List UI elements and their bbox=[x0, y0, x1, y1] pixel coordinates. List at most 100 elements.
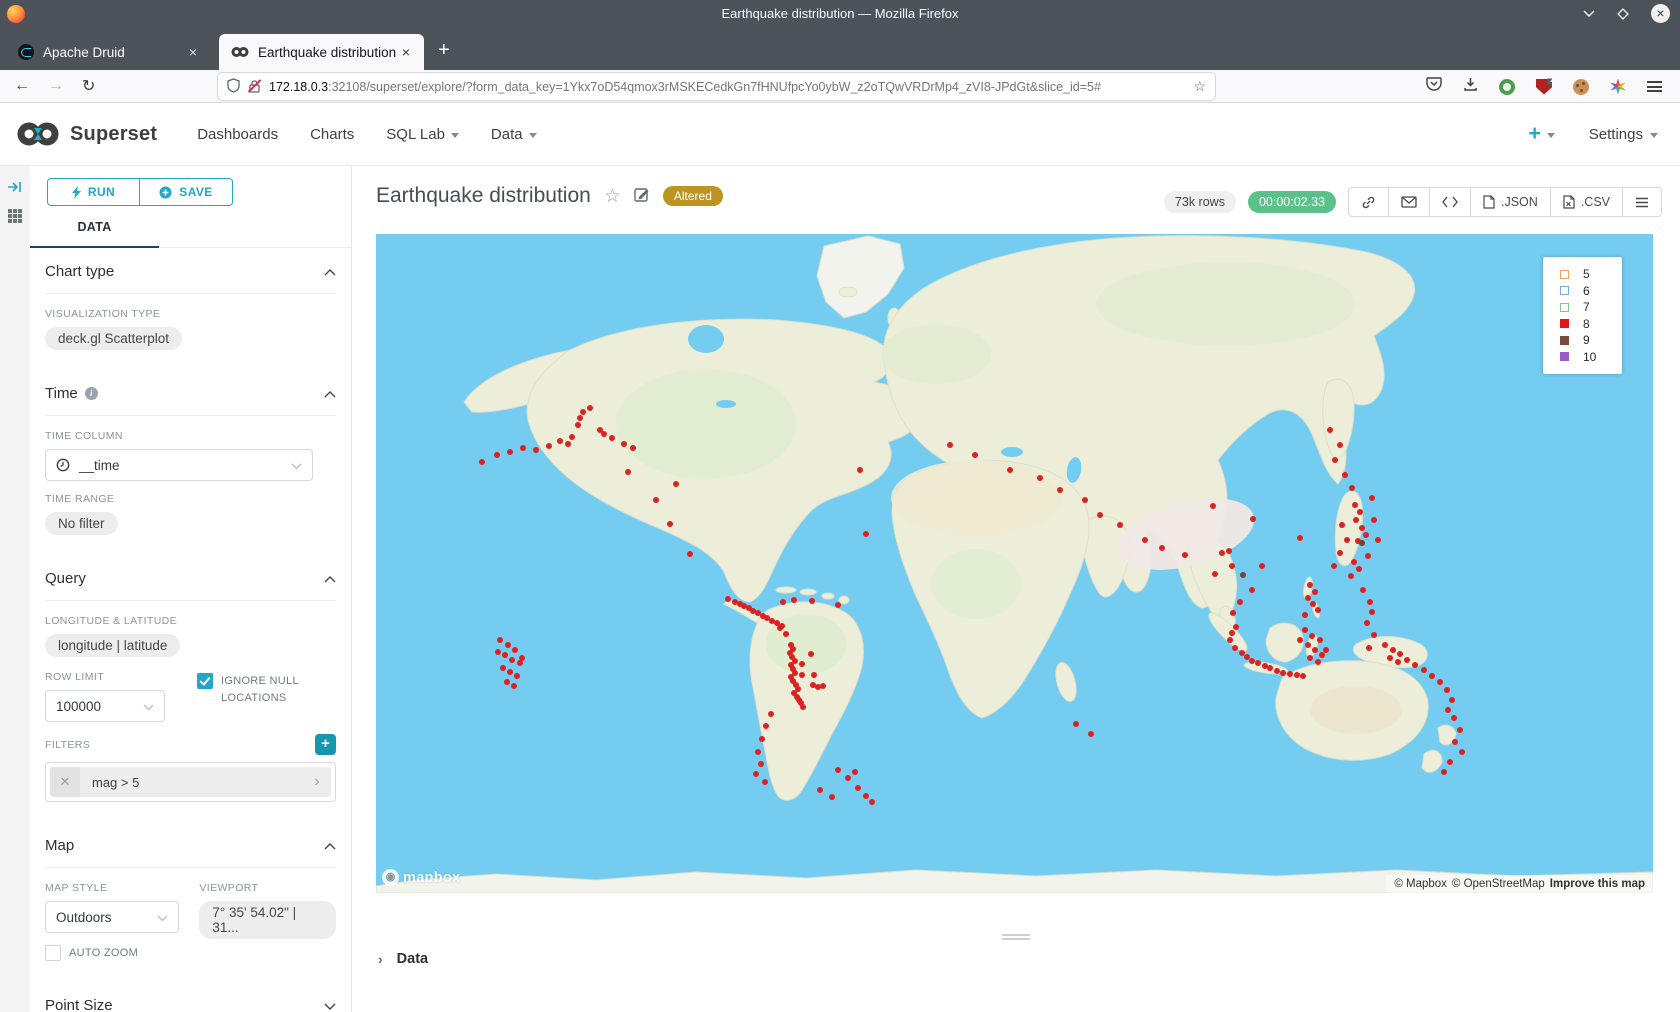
section-map[interactable]: Map bbox=[45, 822, 336, 868]
reload-button[interactable]: ↻ bbox=[82, 76, 95, 96]
time-column-select[interactable]: __time bbox=[45, 449, 313, 481]
map-style-label: MAP STYLE bbox=[45, 882, 199, 894]
downloads-icon[interactable] bbox=[1463, 77, 1478, 97]
time-range-label: TIME RANGE bbox=[45, 493, 336, 505]
chevron-down-icon bbox=[324, 997, 336, 1012]
superset-logo[interactable]: Superset bbox=[16, 120, 157, 148]
chevron-right-icon: › bbox=[378, 951, 383, 967]
email-button[interactable] bbox=[1388, 188, 1429, 216]
legend-item[interactable]: 6 bbox=[1560, 283, 1622, 300]
superset-infinity-icon bbox=[16, 120, 62, 148]
url-path: :32108/superset/explore/?form_data_key=1… bbox=[328, 80, 1101, 94]
section-time[interactable]: Time i bbox=[45, 370, 336, 416]
chevron-up-icon bbox=[324, 263, 336, 280]
add-filter-button[interactable]: + bbox=[315, 734, 336, 755]
legend-label: 5 bbox=[1583, 267, 1590, 281]
insecure-lock-icon[interactable] bbox=[248, 79, 261, 94]
section-chart-type[interactable]: Chart type bbox=[45, 248, 336, 294]
browser-tab-earthquake-distribution[interactable]: Earthquake distribution × bbox=[219, 34, 424, 70]
nav-item-dashboards[interactable]: Dashboards bbox=[181, 126, 294, 143]
tab-close-icon[interactable]: × bbox=[185, 44, 201, 60]
pocket-icon[interactable] bbox=[1426, 77, 1442, 97]
tracking-shield-icon[interactable] bbox=[227, 78, 240, 96]
viewport-label: VIEWPORT bbox=[199, 882, 336, 894]
pinwheel-extension-icon[interactable] bbox=[1610, 79, 1626, 95]
mapbox-logo[interactable]: ◉ mapbox bbox=[382, 869, 460, 886]
map-legend: 5 678 9 10 bbox=[1543, 257, 1622, 374]
chevron-down-icon bbox=[143, 699, 154, 714]
time-range-value[interactable]: No filter bbox=[45, 512, 118, 535]
ignore-null-checkbox[interactable] bbox=[197, 673, 213, 689]
deckgl-scatterplot-map[interactable]: 5 678 9 10 ◉ mapbox © Mapbox © OpenStreetMa… bbox=[376, 234, 1653, 893]
mapbox-icon: ◉ bbox=[382, 869, 399, 886]
visualization-type-value[interactable]: deck.gl Scatterplot bbox=[45, 327, 182, 350]
url-host: 172.18.0.3 bbox=[269, 80, 328, 94]
legend-swatch bbox=[1560, 270, 1569, 279]
world-map-svg bbox=[376, 234, 1653, 893]
auto-zoom-checkbox[interactable] bbox=[45, 945, 61, 961]
browser-tab-apache-druid[interactable]: Apache Druid × bbox=[6, 34, 211, 70]
browser-urlbar: ← → ↻ 172.18.0.3:32108/superset/explore/… bbox=[0, 70, 1680, 103]
new-tab-button[interactable]: + bbox=[438, 39, 450, 62]
map-style-select[interactable]: Outdoors bbox=[45, 901, 179, 933]
run-button[interactable]: RUN bbox=[47, 178, 140, 206]
nav-items: DashboardsChartsSQL LabData bbox=[181, 126, 552, 143]
filter-box: ✕ mag > 5 › bbox=[45, 762, 336, 802]
viewport-value[interactable]: 7° 35' 54.02" | 31... bbox=[199, 901, 336, 939]
legend-item[interactable]: 5 bbox=[1560, 266, 1622, 283]
legend-item[interactable]: 8 bbox=[1560, 316, 1622, 333]
legend-label: 8 bbox=[1583, 317, 1590, 331]
collapse-panel-icon[interactable] bbox=[7, 180, 23, 199]
legend-label: 9 bbox=[1583, 333, 1590, 347]
lonlat-value[interactable]: longitude | latitude bbox=[45, 634, 180, 657]
window-close-button[interactable]: × bbox=[1651, 4, 1670, 23]
tab-close-icon[interactable]: × bbox=[398, 44, 414, 60]
nav-item-data[interactable]: Data bbox=[475, 126, 553, 143]
visualization-type-label: VISUALIZATION TYPE bbox=[45, 308, 336, 320]
forward-button[interactable]: → bbox=[48, 77, 64, 95]
legend-swatch bbox=[1560, 336, 1569, 345]
bookmark-star-icon[interactable]: ☆ bbox=[1193, 78, 1206, 95]
data-panel-toggle[interactable]: › Data bbox=[378, 951, 428, 967]
chevron-right-icon[interactable]: › bbox=[303, 767, 331, 797]
edit-properties-icon[interactable] bbox=[634, 186, 650, 207]
attribution-mapbox[interactable]: © Mapbox bbox=[1394, 878, 1447, 890]
copy-link-button[interactable] bbox=[1349, 188, 1388, 216]
nav-item-charts[interactable]: Charts bbox=[294, 126, 370, 143]
tab-data[interactable]: DATA bbox=[30, 206, 159, 248]
row-limit-select[interactable]: 100000 bbox=[45, 690, 165, 722]
export-json-button[interactable]: .JSON bbox=[1470, 188, 1550, 216]
url-input[interactable]: 172.18.0.3:32108/superset/explore/?form_… bbox=[218, 73, 1215, 100]
new-item-dropdown[interactable]: + bbox=[1529, 124, 1555, 144]
chevron-up-icon bbox=[324, 837, 336, 854]
export-csv-button[interactable]: .CSV bbox=[1550, 188, 1622, 216]
chevron-up-icon bbox=[324, 385, 336, 402]
section-query[interactable]: Query bbox=[45, 555, 336, 601]
back-button[interactable]: ← bbox=[14, 77, 30, 95]
window-maximize-button[interactable] bbox=[1617, 8, 1629, 20]
favorite-star-icon[interactable]: ☆ bbox=[604, 185, 621, 208]
nav-item-sql-lab[interactable]: SQL Lab bbox=[370, 126, 475, 143]
panel-resize-handle[interactable] bbox=[1002, 934, 1030, 940]
legend-item[interactable]: 10 bbox=[1560, 349, 1622, 366]
filter-value[interactable]: mag > 5 bbox=[80, 767, 303, 797]
altered-badge[interactable]: Altered bbox=[663, 186, 723, 206]
save-button[interactable]: SAVE bbox=[140, 178, 233, 206]
attribution-osm[interactable]: © OpenStreetMap bbox=[1452, 878, 1545, 890]
dataset-grid-icon[interactable] bbox=[7, 208, 23, 229]
settings-dropdown[interactable]: Settings bbox=[1589, 126, 1658, 143]
legend-item[interactable]: 9 bbox=[1560, 332, 1622, 349]
attribution-improve[interactable]: Improve this map bbox=[1550, 878, 1645, 890]
legend-item[interactable]: 7 bbox=[1560, 299, 1622, 316]
extension-icon-green[interactable] bbox=[1499, 79, 1515, 95]
window-minimize-button[interactable] bbox=[1583, 10, 1595, 18]
remove-filter-icon[interactable]: ✕ bbox=[50, 767, 80, 797]
chevron-down-icon bbox=[1650, 133, 1658, 138]
section-point-size[interactable]: Point Size bbox=[45, 982, 336, 1012]
embed-code-button[interactable] bbox=[1429, 188, 1470, 216]
ublock-shield-icon[interactable]: 2 bbox=[1536, 79, 1552, 95]
browser-menu-icon[interactable] bbox=[1647, 81, 1662, 92]
chart-menu-button[interactable] bbox=[1622, 188, 1661, 216]
window-title: Earthquake distribution — Mozilla Firefo… bbox=[0, 6, 1680, 21]
cookie-extension-icon[interactable] bbox=[1573, 79, 1589, 95]
